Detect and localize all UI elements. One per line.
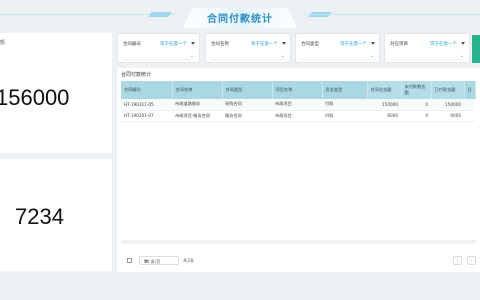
filter-underline xyxy=(301,59,374,60)
header-decoration-left xyxy=(148,12,172,17)
stat-card-label: 额 xyxy=(0,40,6,46)
filter-label: 合同类型 xyxy=(301,42,319,47)
pagination: 20 条/页 共2条 ‹ › xyxy=(121,255,476,267)
table-row[interactable]: HT-190201-07 市政项目-服务合同 服务合同 市政项目 付款 6000… xyxy=(121,110,476,122)
table-cell: 市政项目 xyxy=(272,99,322,111)
prev-page-button[interactable]: ‹ xyxy=(453,256,462,265)
stat-card-value: 156000 xyxy=(0,85,70,110)
stat-card-count: 7234 xyxy=(0,159,112,271)
table-cell: 服务合同 xyxy=(222,110,272,122)
table-cell: 市政项目 xyxy=(272,110,322,122)
filter-operator-select[interactable]: 等于任意一个 xyxy=(430,41,457,47)
table-cell: 市政道路服务 xyxy=(172,99,222,111)
column-header[interactable]: 合同名称 xyxy=(172,81,223,99)
table-cell: HT-190201-07 xyxy=(121,110,172,122)
column-header[interactable]: 已付款金额 xyxy=(431,81,465,99)
column-header[interactable]: 未付款数金额 xyxy=(401,81,432,99)
filter-contract-name[interactable]: 合同名称 等于任意一个 ⌄ xyxy=(205,33,291,63)
table-cell: 150000 xyxy=(367,99,401,111)
table-cell: 6000 xyxy=(431,110,464,122)
filter-contract-number[interactable]: 合同编号 等于任意一个 ⌄ xyxy=(117,33,200,63)
chevron-down-icon xyxy=(144,260,148,263)
filter-underline xyxy=(123,59,194,60)
filter-label: 合同名称 xyxy=(211,42,229,47)
table-cell: 付款 xyxy=(322,99,367,111)
table-cell: 0 xyxy=(401,110,431,122)
page-size-select[interactable]: 20 条/页 xyxy=(139,256,179,265)
table-cell: 付款 xyxy=(322,110,367,122)
filter-project[interactable]: 对应项目 等于任意一个 ⌄ xyxy=(384,33,470,63)
filter-underline xyxy=(211,59,285,60)
payment-table: 合同编号 合同名称 合同类型 项目名称 资金类型 合同总金额 未付款数金额 已付… xyxy=(121,81,476,122)
filter-contract-type[interactable]: 合同类型 等于任意一个 ⌄ xyxy=(295,33,380,63)
query-button[interactable] xyxy=(472,35,480,63)
table-cell xyxy=(464,110,476,122)
table-settings-icon[interactable] xyxy=(127,258,132,263)
stat-card-value: 7234 xyxy=(15,204,64,229)
column-header[interactable]: 合同编号 xyxy=(121,81,173,99)
column-header[interactable]: 资金类型 xyxy=(322,81,368,99)
total-count: 共2条 xyxy=(183,258,195,263)
filter-label: 对应项目 xyxy=(390,42,408,47)
table-cell: 6000 xyxy=(367,110,401,122)
filter-underline xyxy=(390,59,464,60)
table-cell: 采购合同 xyxy=(222,99,272,111)
column-header[interactable]: 项目名称 xyxy=(272,81,323,99)
filter-bar: 合同编号 等于任意一个 ⌄ 合同名称 等于任意一个 ⌄ 合同类型 等于任意一个 … xyxy=(117,33,480,65)
chevron-down-icon[interactable] xyxy=(191,42,195,45)
table-header-row: 合同编号 合同名称 合同类型 项目名称 资金类型 合同总金额 未付款数金额 已付… xyxy=(121,81,476,99)
horizontal-scrollbar[interactable] xyxy=(121,240,476,244)
chevron-down-icon[interactable] xyxy=(461,42,465,45)
page-header: 合同付款统计 xyxy=(0,0,480,30)
next-page-button[interactable]: › xyxy=(467,256,476,265)
header-divider-right xyxy=(303,14,480,15)
filter-label: 合同编号 xyxy=(123,42,141,47)
filter-operator-select[interactable]: 等于任意一个 xyxy=(160,41,187,47)
table-cell: 市政项目-服务合同 xyxy=(172,110,222,122)
table-row[interactable]: HT-190311-05 市政道路服务 采购合同 市政项目 付款 150000 … xyxy=(121,99,476,111)
table-cell xyxy=(464,99,476,111)
table-cell: 0 xyxy=(401,99,431,111)
filter-operator-select[interactable]: 等于任意一个 xyxy=(340,41,367,47)
page-title: 合同付款统计 xyxy=(207,14,273,25)
column-header[interactable]: 合同类型 xyxy=(222,81,273,99)
chevron-down-icon[interactable] xyxy=(282,42,286,45)
column-header[interactable]: 日 xyxy=(464,81,476,99)
chevron-down-icon[interactable] xyxy=(371,42,375,45)
stat-card-total-amount: 额 156000 xyxy=(0,33,112,153)
table-cell: 150000 xyxy=(431,99,464,111)
payment-table-panel: 合同付款统计 合同编号 合同名称 合同类型 项目名称 资金类型 合同总金额 未付… xyxy=(117,68,480,272)
column-header[interactable]: 合同总金额 xyxy=(367,81,402,99)
filter-operator-select[interactable]: 等于任意一个 xyxy=(251,41,278,47)
table-title: 合同付款统计 xyxy=(121,72,152,78)
table-cell: HT-190311-05 xyxy=(121,99,172,111)
